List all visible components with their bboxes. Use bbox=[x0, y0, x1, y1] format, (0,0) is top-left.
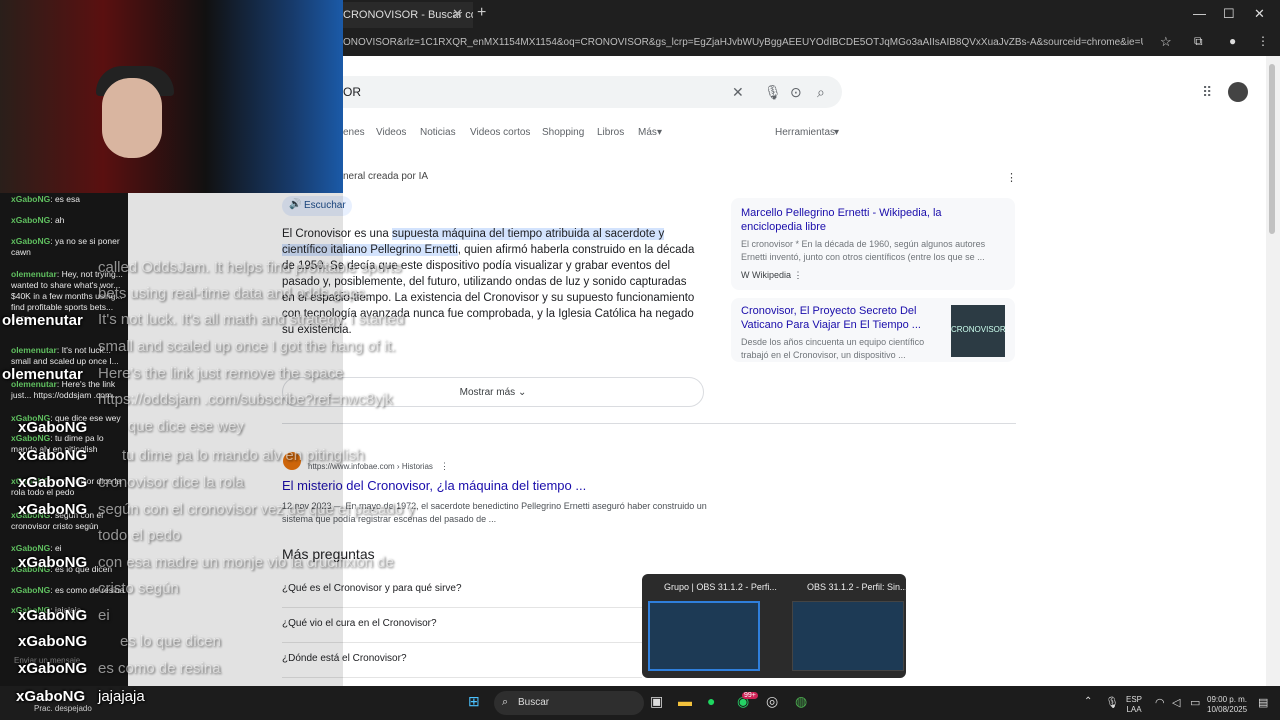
microphone-icon[interactable]: 🎙 bbox=[764, 84, 782, 101]
overlay-text: con esa madre un monje vio la crucifixió… bbox=[98, 554, 394, 571]
preview-title[interactable]: Grupo | OBS 31.1.2 - Perfi... bbox=[664, 582, 777, 592]
overlay-text: bets using real-time data and odds gaps. bbox=[98, 285, 370, 302]
overlay-text: que dice ese wey bbox=[128, 418, 244, 435]
search-icon[interactable]: ⌕ bbox=[817, 84, 825, 101]
overlay-text: según con el cronovisor vez de que el pa… bbox=[98, 501, 415, 518]
maximize-icon[interactable]: ☐ bbox=[1223, 6, 1235, 22]
menu-icon[interactable]: ⋮ bbox=[1257, 34, 1269, 48]
apps-grid-icon[interactable]: ⠿ bbox=[1202, 84, 1212, 101]
overlay-username: xGaboNG bbox=[18, 633, 88, 650]
search-icon: ⌕ bbox=[502, 696, 509, 708]
preview-title[interactable]: OBS 31.1.2 - Perfil: Sin... bbox=[807, 582, 908, 592]
lens-icon[interactable]: ⊙ bbox=[790, 84, 802, 101]
chat-message: xGaboNG: ah bbox=[11, 215, 65, 225]
tab-more[interactable]: Más bbox=[638, 127, 657, 138]
ai-overview-header: neral creada por IA bbox=[343, 171, 429, 182]
overlay-text: tu dime pa lo mando alv en pitinglish bbox=[122, 447, 365, 464]
overlay-username: xGaboNG bbox=[18, 419, 88, 436]
book-thumbnail: CRONOVISOR bbox=[951, 305, 1006, 357]
overlay-text: cristo según bbox=[98, 580, 179, 597]
obs-icon[interactable]: ◎ bbox=[766, 693, 778, 710]
overlay-text: ei bbox=[98, 607, 110, 624]
overlay-text: es como de resina bbox=[98, 660, 221, 677]
taskbar-search[interactable]: Buscar bbox=[494, 691, 644, 715]
chat-message: xGaboNG: es esa bbox=[11, 194, 80, 204]
overlay-text: Here's the link just remove the space bbox=[98, 365, 344, 382]
language-indicator[interactable]: ESP LAA bbox=[1126, 695, 1142, 715]
tab-shopping[interactable]: Shopping bbox=[542, 127, 584, 138]
overlay-text: https://oddsjam .com/subscribe?ref=nwc8y… bbox=[98, 391, 393, 408]
overlay-username: xGaboNG bbox=[18, 474, 88, 491]
overlay-username: xGaboNG bbox=[18, 554, 88, 571]
wifi-icon[interactable]: ◠ bbox=[1155, 696, 1165, 709]
scrollbar-thumb[interactable] bbox=[1269, 64, 1275, 234]
chevron-down-icon: ⌄ bbox=[517, 387, 527, 398]
overlay-text: todo el pedo bbox=[98, 527, 181, 544]
taskbar: xGaboNG jajajaja Prac. despejado ⊞ Busca… bbox=[0, 686, 1280, 720]
window-preview[interactable] bbox=[648, 601, 760, 671]
task-view-icon[interactable]: ▣ bbox=[650, 693, 663, 710]
overlay-text: es lo que dicen bbox=[120, 633, 221, 650]
clock[interactable]: 09:00 p. m. 10/08/2025 bbox=[1207, 695, 1247, 715]
tab-close-icon[interactable]: ✕ bbox=[452, 6, 463, 22]
battery-icon[interactable]: ▭ bbox=[1190, 696, 1200, 709]
overlay-username: xGaboNG bbox=[16, 688, 86, 705]
chevron-down-icon: ▾ bbox=[834, 127, 840, 138]
overlay-text: It's not luck. It's all math and strateg… bbox=[98, 311, 405, 328]
profile-icon[interactable]: ● bbox=[1229, 34, 1236, 48]
overlay-text: jajajaja bbox=[98, 688, 145, 705]
chevron-up-icon[interactable]: ⌃ bbox=[1084, 696, 1092, 707]
divider bbox=[282, 423, 1016, 424]
new-tab-icon[interactable]: + bbox=[477, 4, 486, 22]
source-card[interactable]: Marcello Pellegrino Ernetti - Wikipedia,… bbox=[731, 198, 1015, 290]
close-window-icon[interactable]: ✕ bbox=[1254, 6, 1265, 22]
taskbar-preview-popup: Grupo | OBS 31.1.2 - Perfi... OBS 31.1.2… bbox=[642, 574, 908, 678]
weather-text[interactable]: Prac. despejado bbox=[34, 704, 92, 713]
overlay-text: small and scaled up once I got the hang … bbox=[98, 338, 396, 355]
clear-icon[interactable]: ✕ bbox=[732, 84, 744, 101]
more-options-icon[interactable]: ⋮ bbox=[1006, 171, 1017, 184]
webcam-feed bbox=[0, 0, 343, 193]
more-options-icon[interactable]: ⋮ bbox=[440, 461, 449, 472]
overlay-username: xGaboNG bbox=[18, 607, 88, 624]
chat-message: xGaboNG: ei bbox=[11, 543, 62, 553]
extensions-icon[interactable]: ⧉ bbox=[1194, 34, 1203, 49]
tab-videos[interactable]: Videos bbox=[376, 127, 406, 138]
chevron-down-icon: ▾ bbox=[657, 127, 663, 138]
avatar[interactable] bbox=[1228, 82, 1248, 102]
overlay-username: xGaboNG bbox=[18, 660, 88, 677]
notification-badge: 99+ bbox=[742, 692, 758, 699]
window-preview[interactable] bbox=[792, 601, 904, 671]
url-field[interactable]: ONOVISOR&rlz=1C1RXQR_enMX1154MX1154&oq=C… bbox=[343, 37, 1143, 48]
microphone-icon[interactable]: 🎙 bbox=[1105, 696, 1119, 709]
overlay-text: cronovisor dice la rola bbox=[98, 474, 244, 491]
folder-icon[interactable]: ▬ bbox=[678, 693, 692, 709]
tab-short-videos[interactable]: Videos cortos bbox=[470, 127, 530, 138]
more-options-icon[interactable]: ⋮ bbox=[794, 270, 803, 280]
tab-tools[interactable]: Herramientas bbox=[775, 127, 835, 138]
chrome-icon[interactable]: ◍ bbox=[795, 693, 807, 710]
overlay-username: xGaboNG bbox=[18, 501, 88, 518]
notifications-icon[interactable]: ▤ bbox=[1258, 696, 1268, 709]
search-query: OR bbox=[343, 85, 361, 99]
spotify-icon[interactable]: ● bbox=[707, 693, 715, 709]
wikipedia-icon: W bbox=[741, 270, 750, 280]
face bbox=[102, 78, 162, 158]
tab-images[interactable]: enes bbox=[343, 127, 365, 138]
minimize-icon[interactable]: — bbox=[1193, 6, 1206, 21]
bookmark-star-icon[interactable]: ☆ bbox=[1160, 34, 1172, 50]
volume-icon[interactable]: ◁ bbox=[1172, 696, 1180, 709]
overlay-username: olemenutar bbox=[2, 312, 83, 329]
overlay-text: called OddsJam. It helps find profitable… bbox=[98, 259, 402, 276]
search-input[interactable] bbox=[282, 76, 842, 108]
overlay-username: xGaboNG bbox=[18, 447, 88, 464]
overlay-username: olemenutar bbox=[2, 366, 83, 383]
chat-message: xGaboNG: ya no se si poner cawn bbox=[11, 236, 120, 257]
tab-books[interactable]: Libros bbox=[597, 127, 624, 138]
tab-news[interactable]: Noticias bbox=[420, 127, 456, 138]
start-icon[interactable]: ⊞ bbox=[468, 693, 480, 710]
